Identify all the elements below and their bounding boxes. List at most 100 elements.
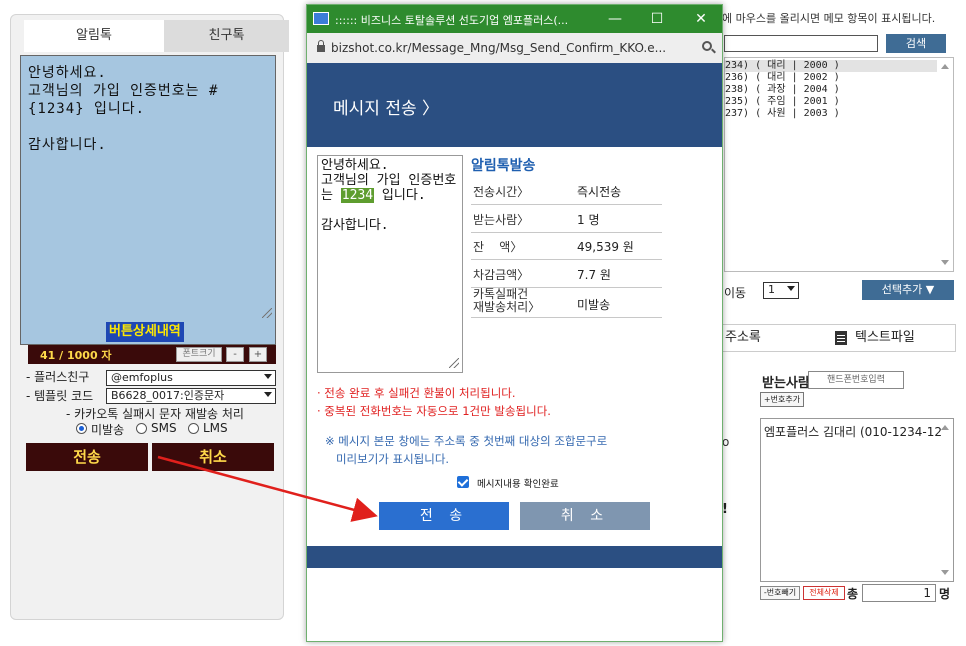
scroll-up-icon[interactable] — [941, 425, 949, 430]
radio-lms-label: LMS — [203, 421, 228, 435]
total-label: 총 — [847, 587, 859, 601]
info-key: 차감금액〉 — [473, 268, 530, 282]
char-counter: 41 / 1000 자 — [40, 349, 112, 362]
template-value: B6628_0017:인증문자 — [111, 389, 225, 402]
popup-header-title: 메시지 전송 〉 — [333, 99, 440, 119]
message-textarea[interactable]: 안녕하세요. 고객님의 가입 인증번호는 #{1234} 입니다. 감사합니다.… — [20, 55, 276, 345]
info-key: 잔 액〉 — [473, 240, 523, 254]
resend-label: - 카카오톡 실패시 문자 재발송 처리 — [66, 407, 244, 421]
info-value: 1 명 — [577, 213, 600, 227]
search-input[interactable] — [724, 35, 878, 52]
move-value: 1 — [768, 283, 775, 296]
lock-icon — [317, 40, 325, 52]
resize-grip-icon[interactable] — [262, 308, 272, 318]
app-icon — [313, 12, 329, 25]
radio-none[interactable] — [76, 423, 87, 434]
info-value: 즉시전송 — [577, 185, 622, 199]
maximize-icon[interactable]: ☐ — [645, 8, 669, 30]
address-bar[interactable]: bizshot.co.kr/Message_Mng/Msg_Send_Confi… — [307, 33, 722, 63]
radio-lms[interactable] — [188, 423, 199, 434]
minimize-icon[interactable]: — — [603, 8, 627, 30]
plus-friend-select[interactable]: @emfoplus — [106, 370, 276, 386]
tab-textfile[interactable]: 텍스트파일 — [835, 325, 915, 351]
phone-input[interactable]: 핸드폰번호입력 — [808, 371, 904, 389]
button-detail-button[interactable]: 버튼상세내역 — [106, 322, 184, 342]
url-text: bizshot.co.kr/Message_Mng/Msg_Send_Confi… — [331, 41, 667, 55]
scroll-down-icon[interactable] — [941, 570, 949, 575]
info-value: 49,539 원 — [577, 240, 634, 254]
auth-code-highlight: 1234 — [340, 188, 375, 203]
scroll-up-icon[interactable] — [941, 64, 949, 69]
cancel-button[interactable]: 취소 — [152, 443, 274, 471]
list-item[interactable]: 엠포플러스 김대리 (010-1234-12 — [764, 423, 942, 440]
source-tabs: 주소록 텍스트파일 — [722, 324, 956, 352]
list-item[interactable]: 234) ( 대리 | 2000 ) — [725, 60, 937, 72]
add-selected-button[interactable]: 선택추가 ▼ — [862, 280, 954, 300]
info-row-balance: 잔 액〉 49,539 원 — [471, 233, 662, 260]
plus-friend-label: - 플러스친구 — [26, 370, 90, 384]
radio-sms-label: SMS — [151, 421, 177, 435]
popup-footer — [307, 546, 722, 568]
font-increase-button[interactable]: + — [249, 347, 267, 362]
close-icon[interactable]: ✕ — [689, 8, 713, 30]
move-select[interactable]: 1 — [763, 282, 799, 299]
chevron-down-icon — [264, 392, 272, 397]
delete-number-button[interactable]: -번호빼기 — [760, 586, 800, 600]
list-item[interactable]: 237) ( 사원 | 2003 ) — [725, 108, 840, 120]
radio-sms[interactable] — [136, 423, 147, 434]
tab-alimtalk[interactable]: 알림톡 — [24, 20, 164, 52]
contact-listbox[interactable]: 234) ( 대리 | 2000 ) 236) ( 대리 | 2002 ) 23… — [724, 57, 954, 272]
notice-line: · 중복된 전화번호는 자동으로 1건만 발송됩니다. — [317, 404, 551, 418]
move-label: 이동 — [724, 286, 747, 300]
font-size-label: 폰트크기 — [176, 347, 222, 362]
zoom-icon[interactable] — [702, 41, 712, 51]
list-item[interactable]: 236) ( 대리 | 2002 ) — [725, 72, 840, 84]
confirm-label: 메시지내용 확인완료 — [477, 479, 559, 490]
title-bar[interactable]: :::::: 비즈니스 토탈솔루션 선도기업 엠포플러스(... — ☐ ✕ — [307, 5, 722, 33]
document-icon — [835, 331, 847, 345]
receiver-listbox[interactable]: 엠포플러스 김대리 (010-1234-12 — [760, 418, 954, 582]
info-value: 미발송 — [577, 298, 611, 312]
info-row-resend: 카톡실패건 재발송처리〉 미발송 — [471, 288, 662, 318]
info-row-deduction: 차감금액〉 7.7 원 — [471, 260, 662, 288]
left-tabs: 알림톡 친구톡 — [14, 14, 289, 54]
preview-text: 안녕하세요. 고객님의 가입 인증번호는 1234 입니다. 감사합니다. — [321, 158, 461, 233]
memo-hint: 에 마우스를 올리시면 메모 항목이 표시됩니다. — [722, 12, 936, 25]
info-title: 알림톡발송 — [471, 158, 536, 174]
popup-header: 메시지 전송 〉 — [307, 63, 722, 147]
info-row-receivers: 받는사람〉 1 명 — [471, 205, 662, 233]
tab-bar: 알림톡 친구톡 — [24, 20, 289, 52]
search-button[interactable]: 검색 — [886, 34, 946, 53]
tab-textfile-label: 텍스트파일 — [855, 330, 915, 345]
tab-friendtalk[interactable]: 친구톡 — [164, 20, 289, 52]
list-item[interactable]: 238) ( 과장 | 2004 ) — [725, 84, 840, 96]
info-key: 카톡실패건 재발송처리〉 — [473, 287, 541, 314]
chevron-down-icon — [264, 374, 272, 379]
info-key: 받는사람〉 — [473, 213, 530, 227]
resize-grip-icon[interactable] — [449, 358, 459, 368]
notice-list: · 전송 완료 후 실패건 환불이 처리됩니다. · 중복된 전화번호는 자동으… — [317, 384, 551, 420]
info-row-send-time: 전송시간〉 즉시전송 — [471, 177, 662, 205]
template-select[interactable]: B6628_0017:인증문자 — [106, 388, 276, 404]
resend-radio-group: 미발송 SMS LMS — [76, 421, 256, 437]
scroll-down-icon[interactable] — [941, 260, 949, 265]
plus-friend-value: @emfoplus — [111, 371, 173, 384]
receiver-label: 받는사람 — [762, 376, 810, 391]
preview-textarea[interactable]: 안녕하세요. 고객님의 가입 인증번호는 1234 입니다. 감사합니다. — [317, 155, 463, 373]
tab-addressbook[interactable]: 주소록 — [725, 325, 761, 351]
delete-all-button[interactable]: 전체삭제 — [803, 586, 845, 600]
total-count: 1 — [862, 584, 936, 602]
list-item[interactable]: 235) ( 주임 | 2001 ) — [725, 96, 840, 108]
counter-bar: 41 / 1000 자 폰트크기 - + — [28, 345, 276, 364]
window-title: :::::: 비즈니스 토탈솔루션 선도기업 엠포플러스(... — [335, 14, 569, 27]
edge-mark: o — [722, 435, 730, 449]
radio-none-label: 미발송 — [91, 423, 125, 437]
confirm-checkbox[interactable] — [457, 476, 469, 488]
popup-cancel-button[interactable]: 취 소 — [520, 502, 650, 530]
send-button[interactable]: 전송 — [26, 443, 148, 471]
info-key: 전송시간〉 — [473, 185, 530, 199]
confirm-popup-window: :::::: 비즈니스 토탈솔루션 선도기업 엠포플러스(... — ☐ ✕ b… — [306, 4, 723, 642]
font-decrease-button[interactable]: - — [226, 347, 244, 362]
add-number-button[interactable]: +번호추가 — [760, 392, 804, 407]
popup-send-button[interactable]: 전 송 — [379, 502, 509, 530]
